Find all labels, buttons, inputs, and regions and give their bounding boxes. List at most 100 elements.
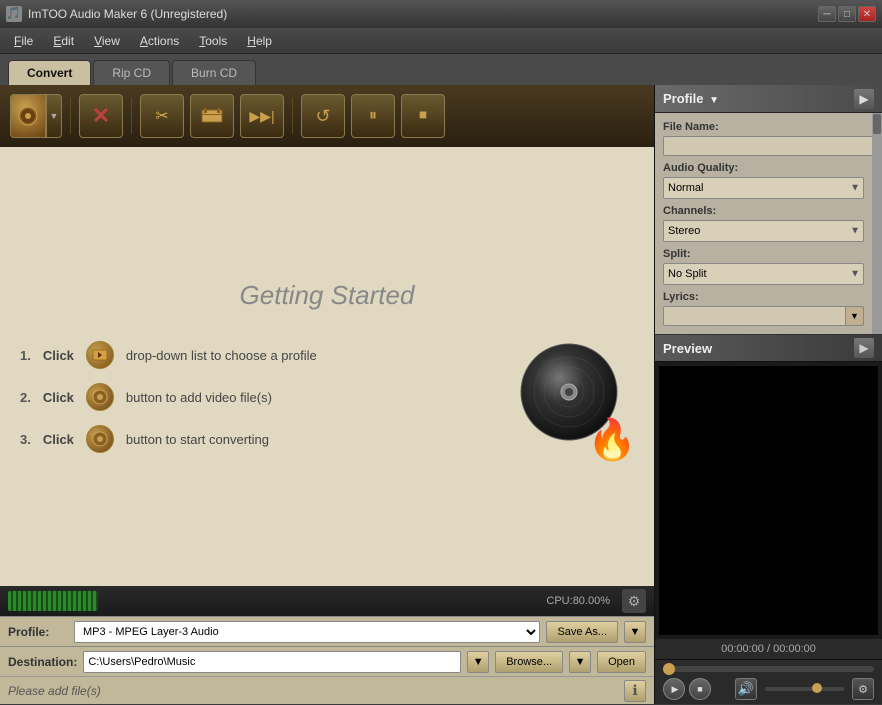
volume-icon[interactable]: 🔊 [735,678,757,700]
step-2-desc: button to add video file(s) [126,390,272,405]
filename-input[interactable] [663,136,874,156]
waveform-display [8,591,98,611]
volume-thumb[interactable] [812,683,822,693]
getting-started-title: Getting Started [240,280,415,311]
step-1-icon [86,341,114,369]
step-2-click-label: Click [43,390,74,405]
split-field-row: Split: No Split By Size By Time By Chapt… [663,248,874,285]
save-as-button[interactable]: Save As... [546,621,618,643]
destination-row: Destination: ▼ Browse... ▼ Open [0,646,654,676]
step-3-icon [86,425,114,453]
preview-section-title: Preview [663,341,712,356]
menu-file[interactable]: File [4,31,43,51]
audio-quality-select[interactable]: Normal Low Medium High Very High [663,177,864,199]
refresh-button[interactable]: ↺ [301,94,345,138]
tab-convert[interactable]: Convert [8,60,91,85]
preview-section-header: Preview ▶ [655,334,882,362]
cpu-label: CPU: [546,595,572,607]
content-area: Getting Started 1. Click [0,147,654,586]
toolbar-separator-1 [70,98,71,134]
destination-input[interactable] [83,651,461,673]
app-title-bar: 🎵 ImTOO Audio Maker 6 (Unregistered) [6,6,227,22]
steps-list: 1. Click drop-down list to choose a prof… [20,341,480,453]
profile-section-title: Profile ▼ [663,91,719,106]
movie-clip-button[interactable] [190,94,234,138]
settings-icon-button[interactable]: ⚙ [622,589,646,613]
preview-time-display: 00:00:00 / 00:00:00 [655,639,882,659]
save-as-dropdown-button[interactable]: ▼ [624,621,646,643]
preview-screen [659,366,878,635]
profile-fields: File Name: Audio Quality: Normal Low Med… [655,113,882,334]
app-title-text: ImTOO Audio Maker 6 (Unregistered) [28,7,227,21]
playback-buttons: ▶ ■ 🔊 ⚙ [663,678,874,700]
filename-label: File Name: [663,121,874,133]
step-1: 1. Click drop-down list to choose a prof… [20,341,480,369]
progress-bar[interactable] [663,666,874,672]
close-button[interactable]: ✕ [858,6,876,22]
step-2: 2. Click button to add video file(s) [20,383,480,411]
menu-view[interactable]: View [84,31,130,51]
step-1-desc: drop-down list to choose a profile [126,348,317,363]
menu-actions[interactable]: Actions [130,31,189,51]
right-scrollbar[interactable] [872,113,882,334]
lyrics-expand-button[interactable]: ▼ [846,306,864,326]
add-file-dropdown-button[interactable]: ▼ [46,94,62,138]
split-select[interactable]: No Split By Size By Time By Chapter [663,263,864,285]
stop-playback-button[interactable]: ■ [689,678,711,700]
steps-area: 1. Click drop-down list to choose a prof… [20,341,514,453]
audio-quality-field-row: Audio Quality: Normal Low Medium High Ve… [663,162,874,199]
step-2-icon [86,383,114,411]
cpu-info: CPU:80.00% [106,595,614,607]
step-3-number: 3. [20,432,31,447]
browse-dropdown-button[interactable]: ▼ [569,651,591,673]
cd-area: 🔥 [514,342,634,452]
channels-select[interactable]: Stereo Mono Joint Stereo [663,220,864,242]
audio-quality-label: Audio Quality: [663,162,874,174]
app-icon: 🎵 [6,6,22,22]
minimize-button[interactable]: ─ [818,6,836,22]
cut-button[interactable]: ✂ [140,94,184,138]
browse-button[interactable]: Browse... [495,651,563,673]
toolbar: ▼ ✕ ✂ ▶▶| ↺ ⏸ ⏹ [0,85,654,147]
destination-dropdown-button[interactable]: ▼ [467,651,489,673]
step-3-desc: button to start converting [126,432,269,447]
next-button[interactable]: ▶▶| [240,94,284,138]
lyrics-input[interactable] [663,306,846,326]
main-area: ▼ ✕ ✂ ▶▶| ↺ ⏸ ⏹ [0,85,882,704]
preview-section: Preview ▶ 00:00:00 / 00:00:00 ▶ ■ 🔊 [655,334,882,704]
titlebar: 🎵 ImTOO Audio Maker 6 (Unregistered) ─ □… [0,0,882,28]
restore-button[interactable]: □ [838,6,856,22]
addfile-icon-button[interactable]: ℹ [624,680,646,702]
lyrics-label: Lyrics: [663,291,874,303]
menubar: File Edit View Actions Tools Help [0,28,882,54]
remove-button[interactable]: ✕ [79,94,123,138]
cd-flame-icon: 🔥 [587,420,637,460]
add-file-button[interactable] [10,94,46,138]
tab-burn-cd[interactable]: Burn CD [172,60,256,85]
step-3-click-label: Click [43,432,74,447]
tabs-bar: Convert Rip CD Burn CD [0,54,882,85]
window-controls: ─ □ ✕ [818,6,876,22]
play-button[interactable]: ▶ [663,678,685,700]
stop-button[interactable]: ⏹ [401,94,445,138]
toolbar-separator-3 [292,98,293,134]
addfile-status-text: Please add file(s) [8,684,618,698]
split-label: Split: [663,248,874,260]
volume-slider[interactable] [765,687,844,691]
profile-section-header: Profile ▼ ▶ [655,85,882,113]
right-panel: Profile ▼ ▶ File Name: Audio Quality: [654,85,882,704]
preview-section-expand-button[interactable]: ▶ [854,338,874,358]
cpu-value: 80.00% [573,595,610,607]
open-button[interactable]: Open [597,651,646,673]
profile-select[interactable]: MP3 - MPEG Layer-3 Audio AAC WAV OGG WMA [74,621,540,643]
more-settings-button[interactable]: ⚙ [852,678,874,700]
left-panel: ▼ ✕ ✂ ▶▶| ↺ ⏸ ⏹ [0,85,654,704]
step-2-number: 2. [20,390,31,405]
menu-edit[interactable]: Edit [43,31,84,51]
progress-thumb[interactable] [663,663,675,675]
menu-tools[interactable]: Tools [189,31,237,51]
menu-help[interactable]: Help [237,31,282,51]
pause-button[interactable]: ⏸ [351,94,395,138]
tab-rip-cd[interactable]: Rip CD [93,60,170,85]
profile-section-expand-button[interactable]: ▶ [854,89,874,109]
